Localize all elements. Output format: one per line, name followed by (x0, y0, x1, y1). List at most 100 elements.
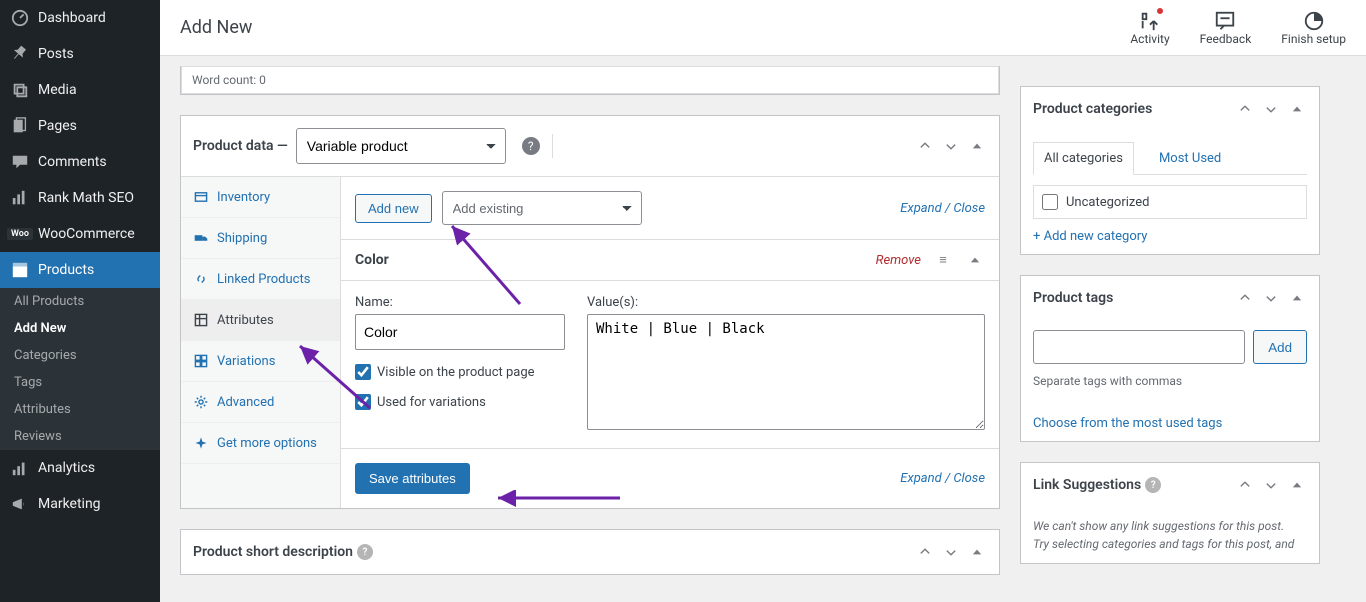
sidebar-item-pages[interactable]: Pages (0, 108, 160, 144)
shipping-icon (193, 230, 209, 246)
attribute-name-input[interactable] (355, 314, 565, 350)
visible-label: Visible on the product page (377, 365, 535, 380)
sidebar-item-woocommerce[interactable]: Woo WooCommerce (0, 216, 160, 252)
cat-tab-all[interactable]: All categories (1033, 142, 1134, 175)
sidebar-item-analytics[interactable]: Analytics (0, 450, 160, 486)
header-finish[interactable]: Finish setup (1281, 10, 1346, 46)
cat-tab-most-used[interactable]: Most Used (1148, 142, 1232, 175)
chevron-down-icon[interactable] (941, 542, 961, 562)
help-icon[interactable]: ? (357, 544, 373, 560)
add-attribute-button[interactable]: Add new (355, 194, 432, 223)
add-new-category-link[interactable]: + Add new category (1033, 229, 1147, 244)
attribute-title: Color (355, 252, 389, 268)
page-title: Add New (180, 17, 252, 38)
tags-title: Product tags (1033, 290, 1113, 306)
sidebar-item-label: Pages (38, 118, 77, 134)
woo-icon: Woo (10, 224, 30, 244)
tags-hint: Separate tags with commas (1033, 374, 1307, 388)
sidebar-item-media[interactable]: Media (0, 72, 160, 108)
dashboard-icon (10, 8, 30, 28)
chevron-up-icon[interactable] (1235, 475, 1255, 495)
link-suggestions-box: Link Suggestions ? We can't show any lin… (1020, 462, 1320, 564)
media-icon (10, 80, 30, 100)
caret-up-icon[interactable] (1287, 288, 1307, 308)
header-action-label: Finish setup (1281, 32, 1346, 46)
caret-up-icon[interactable] (967, 136, 987, 156)
category-item[interactable]: Uncategorized (1042, 194, 1298, 210)
sidebar-item-label: Analytics (38, 460, 95, 476)
chevron-up-icon[interactable] (1235, 288, 1255, 308)
chevron-up-icon[interactable] (1235, 99, 1255, 119)
sub-item-all-products[interactable]: All Products (0, 288, 160, 315)
drag-icon[interactable]: ≡ (933, 250, 953, 270)
name-label: Name: (355, 295, 565, 310)
attributes-icon (193, 312, 209, 328)
variations-checkbox[interactable] (355, 394, 371, 410)
sidebar-item-marketing[interactable]: Marketing (0, 486, 160, 522)
sidebar-item-dashboard[interactable]: Dashboard (0, 0, 160, 36)
product-type-select[interactable]: Variable product (296, 128, 506, 164)
variations-icon (193, 353, 209, 369)
add-tag-button[interactable]: Add (1253, 330, 1307, 364)
caret-up-icon[interactable] (967, 542, 987, 562)
caret-up-icon[interactable] (1287, 475, 1307, 495)
analytics-icon (10, 458, 30, 478)
tab-variations[interactable]: Variations (181, 341, 340, 382)
sidebar-item-rankmath[interactable]: Rank Math SEO (0, 180, 160, 216)
sidebar-item-comments[interactable]: Comments (0, 144, 160, 180)
page-header: Add New Activity Feedback Finish setup (160, 0, 1366, 56)
sidebar-item-label: Dashboard (38, 10, 106, 26)
header-activity[interactable]: Activity (1130, 10, 1169, 46)
header-action-label: Activity (1130, 32, 1169, 46)
close-link[interactable]: Close (953, 471, 985, 486)
caret-up-icon[interactable] (1287, 99, 1307, 119)
help-icon[interactable]: ? (1145, 477, 1161, 493)
chevron-down-icon[interactable] (1261, 475, 1281, 495)
tag-input[interactable] (1033, 330, 1245, 364)
sidebar-item-posts[interactable]: Posts (0, 36, 160, 72)
finish-icon (1303, 10, 1325, 32)
sidebar-item-label: Posts (38, 46, 74, 62)
tab-advanced[interactable]: Advanced (181, 382, 340, 423)
sub-item-tags[interactable]: Tags (0, 369, 160, 396)
help-icon[interactable]: ? (522, 137, 540, 155)
chevron-down-icon[interactable] (1261, 288, 1281, 308)
chevron-down-icon[interactable] (941, 136, 961, 156)
visible-checkbox[interactable] (355, 364, 371, 380)
tab-inventory[interactable]: Inventory (181, 177, 340, 218)
category-checkbox[interactable] (1042, 194, 1058, 210)
chevron-up-icon[interactable] (915, 136, 935, 156)
short-description-box: Product short description ? (180, 529, 1000, 575)
feedback-icon (1214, 10, 1236, 32)
values-label: Value(s): (587, 295, 985, 310)
choose-tags-link[interactable]: Choose from the most used tags (1033, 416, 1222, 431)
chevron-up-icon[interactable] (915, 542, 935, 562)
sub-item-add-new[interactable]: Add New (0, 315, 160, 342)
attribute-header[interactable]: Color Remove ≡ (341, 239, 999, 280)
tab-shipping[interactable]: Shipping (181, 218, 340, 259)
expand-link[interactable]: Expand (900, 201, 941, 216)
header-feedback[interactable]: Feedback (1200, 10, 1252, 46)
save-attributes-button[interactable]: Save attributes (355, 463, 470, 494)
chevron-down-icon[interactable] (1261, 99, 1281, 119)
tab-more[interactable]: Get more options (181, 423, 340, 464)
expand-link[interactable]: Expand (900, 471, 941, 486)
add-existing-select[interactable]: Add existing (442, 191, 642, 225)
tab-attributes[interactable]: Attributes (181, 300, 340, 341)
close-link[interactable]: Close (953, 201, 985, 216)
attribute-values-input[interactable]: White | Blue | Black (587, 314, 985, 430)
caret-up-icon[interactable] (965, 250, 985, 270)
tab-linked[interactable]: Linked Products (181, 259, 340, 300)
sparkle-icon (193, 435, 209, 451)
admin-sidebar: Dashboard Posts Media Pages Comments Ran… (0, 0, 160, 602)
link-icon (193, 271, 209, 287)
chart-icon (10, 188, 30, 208)
comment-icon (10, 152, 30, 172)
sidebar-item-products[interactable]: Products (0, 252, 160, 288)
products-icon (10, 260, 30, 280)
tags-box: Product tags Add Separate tags with comm… (1020, 275, 1320, 442)
sub-item-attributes[interactable]: Attributes (0, 396, 160, 423)
remove-attribute-link[interactable]: Remove (876, 253, 921, 268)
sub-item-categories[interactable]: Categories (0, 342, 160, 369)
sub-item-reviews[interactable]: Reviews (0, 423, 160, 450)
